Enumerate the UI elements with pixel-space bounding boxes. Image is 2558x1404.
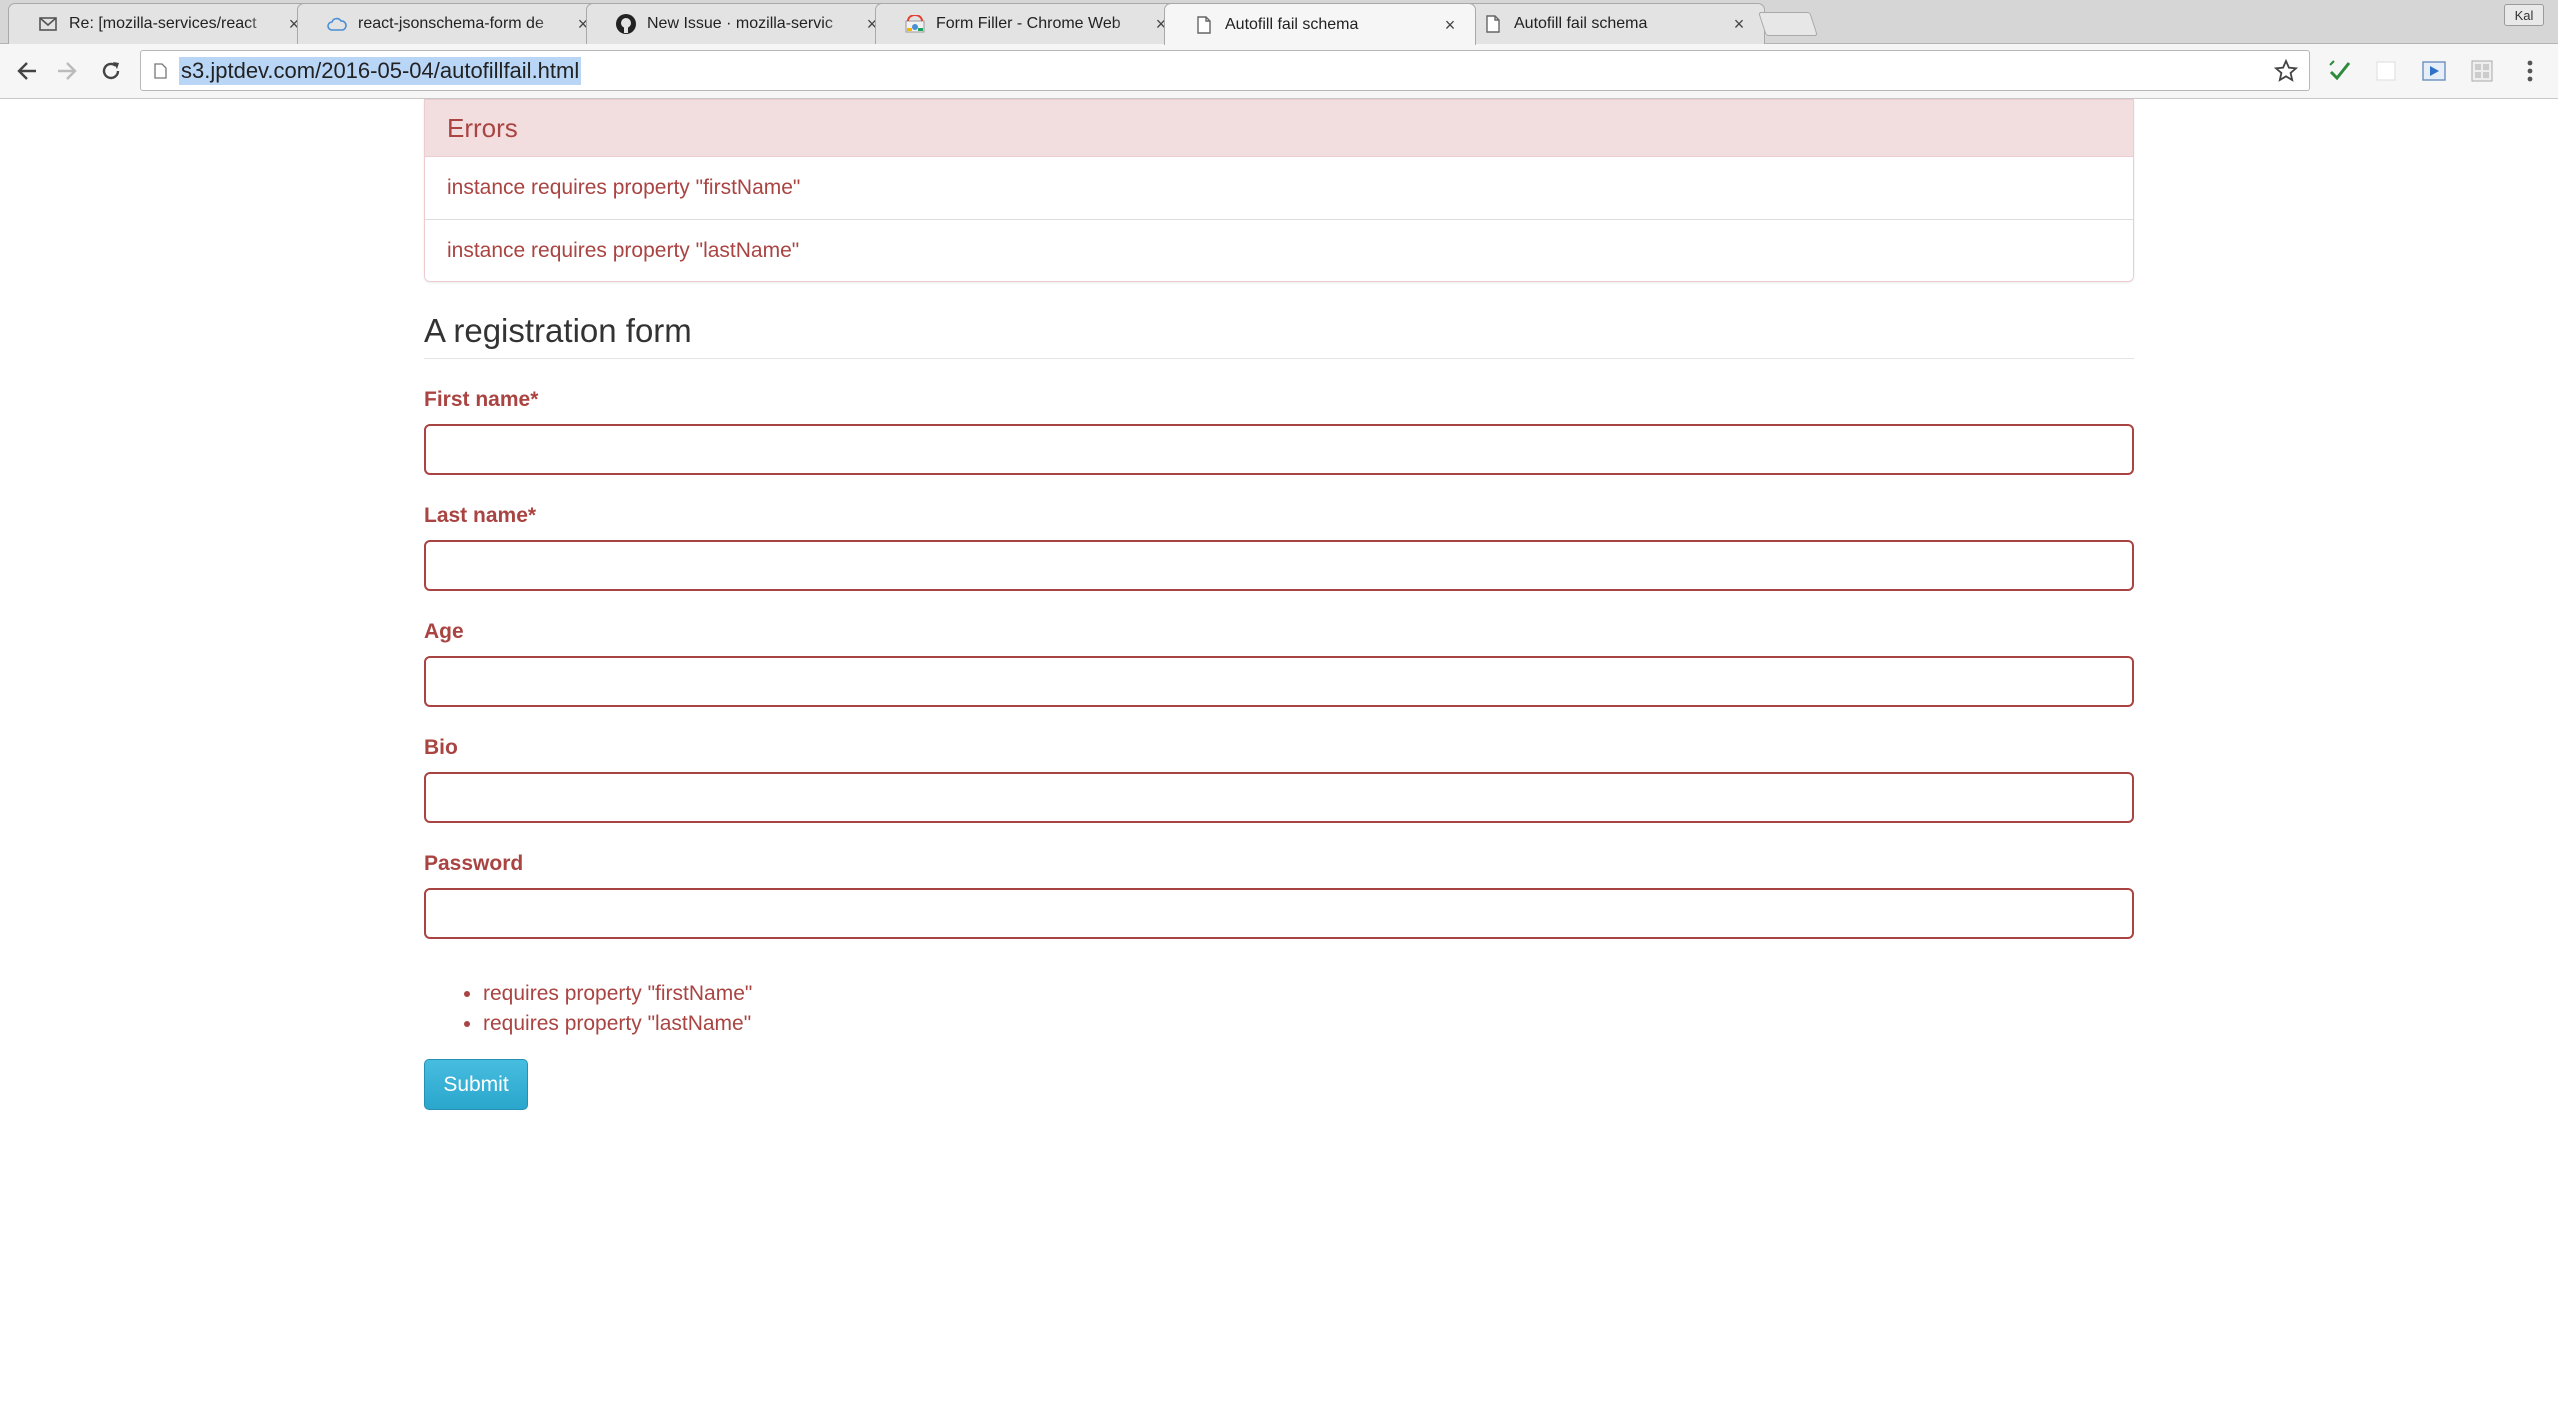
- tab-title: Form Filler - Chrome Web: [936, 15, 1121, 32]
- field-password: Password: [424, 853, 2134, 939]
- field-error-list: requires property "firstName" requires p…: [424, 979, 2134, 1039]
- chrome-store-icon: [904, 13, 926, 35]
- form-legend: A registration form: [424, 312, 2134, 359]
- bookmark-star-icon[interactable]: [2273, 58, 2299, 84]
- address-bar[interactable]: s3.jptdev.com/2016-05-04/autofillfail.ht…: [140, 50, 2310, 91]
- tab-0[interactable]: Re: [mozilla-services/react ×: [8, 3, 320, 44]
- close-icon[interactable]: ×: [1441, 16, 1459, 34]
- error-item: instance requires property "lastName": [425, 219, 2133, 281]
- new-tab-button[interactable]: [1758, 12, 1818, 36]
- password-label: Password: [424, 852, 524, 875]
- first-name-input[interactable]: [424, 424, 2134, 475]
- age-input[interactable]: [424, 656, 2134, 707]
- page-container: Errors instance requires property "first…: [424, 99, 2134, 1110]
- field-bio: Bio: [424, 737, 2134, 823]
- password-input[interactable]: [424, 888, 2134, 939]
- field-age: Age: [424, 621, 2134, 707]
- url-text[interactable]: s3.jptdev.com/2016-05-04/autofillfail.ht…: [179, 56, 582, 85]
- tab-1[interactable]: react-jsonschema-form de ×: [297, 3, 609, 44]
- bio-label: Bio: [424, 736, 458, 759]
- tab-2[interactable]: New Issue · mozilla-servic ×: [586, 3, 898, 44]
- last-name-input[interactable]: [424, 540, 2134, 591]
- menu-kebab-icon[interactable]: [2516, 57, 2544, 85]
- close-icon[interactable]: ×: [1730, 15, 1748, 33]
- tab-strip: Re: [mozilla-services/react × react-json…: [0, 0, 2558, 45]
- extension-grid-icon[interactable]: [2468, 57, 2496, 85]
- tab-title: Autofill fail schema: [1514, 15, 1648, 32]
- submit-button[interactable]: Submit: [424, 1059, 528, 1110]
- page-icon: [1193, 14, 1215, 36]
- reload-icon[interactable]: [96, 56, 126, 86]
- tab-title: react-jsonschema-form de: [358, 15, 544, 32]
- extension-blank-icon[interactable]: [2372, 57, 2400, 85]
- forward-icon[interactable]: [52, 56, 82, 86]
- tab-title: Re: [mozilla-services/react: [69, 15, 257, 32]
- field-last-name: Last name*: [424, 505, 2134, 591]
- bio-input[interactable]: [424, 772, 2134, 823]
- registration-form: A registration form First name* Last nam…: [424, 312, 2134, 1110]
- first-name-label: First name*: [424, 388, 539, 411]
- mail-icon: [37, 13, 59, 35]
- tab-3[interactable]: Form Filler - Chrome Web ×: [875, 3, 1187, 44]
- page-info-icon[interactable]: [141, 62, 179, 79]
- errors-panel-heading: Errors: [425, 100, 2133, 157]
- browser-toolbar: s3.jptdev.com/2016-05-04/autofillfail.ht…: [0, 44, 2558, 99]
- extension-cast-icon[interactable]: [2420, 57, 2448, 85]
- age-label: Age: [424, 620, 464, 643]
- field-first-name: First name*: [424, 389, 2134, 475]
- tab-title: Autofill fail schema: [1225, 15, 1359, 33]
- github-icon: [615, 13, 637, 35]
- field-error-item: requires property "lastName": [483, 1009, 2134, 1039]
- field-error-item: requires property "firstName": [483, 979, 2134, 1009]
- tab-4[interactable]: Autofill fail schema ×: [1164, 3, 1476, 45]
- extension-checkmark-icon[interactable]: [2326, 57, 2354, 85]
- tab-title: New Issue · mozilla-servic: [647, 15, 833, 32]
- error-item: instance requires property "firstName": [425, 157, 2133, 219]
- last-name-label: Last name*: [424, 504, 537, 527]
- page-icon: [1482, 13, 1504, 35]
- tab-5[interactable]: Autofill fail schema ×: [1453, 3, 1765, 44]
- errors-panel: Errors instance requires property "first…: [424, 99, 2134, 282]
- profile-button[interactable]: Kal: [2504, 4, 2544, 26]
- cloud-icon: [326, 13, 348, 35]
- back-icon[interactable]: [12, 56, 42, 86]
